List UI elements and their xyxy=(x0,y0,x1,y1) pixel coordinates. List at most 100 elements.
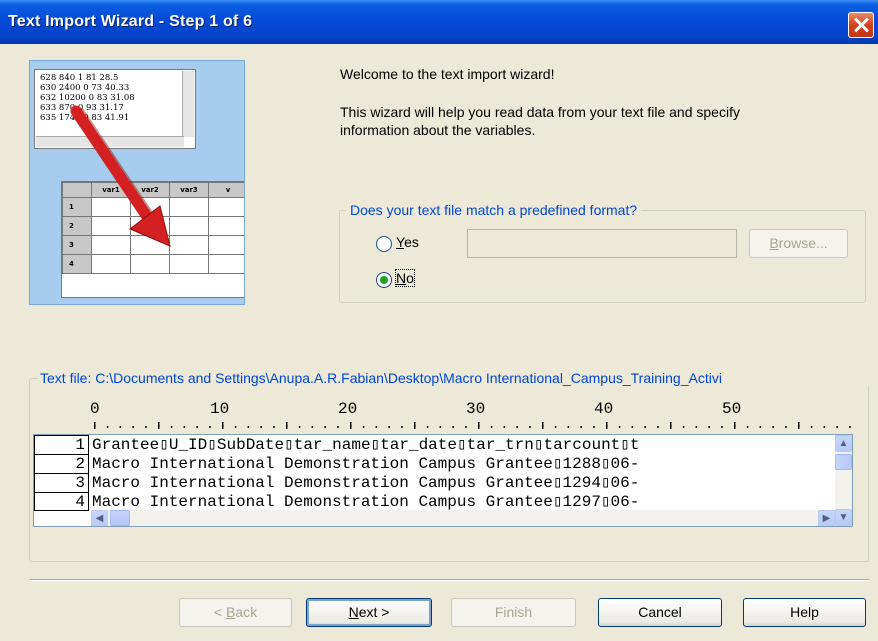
ruler-tick xyxy=(734,422,736,429)
ruler-tick xyxy=(298,426,301,428)
scroll-up-icon[interactable]: ▲ xyxy=(835,435,852,452)
ruler-tick xyxy=(644,426,646,428)
ruler-tick xyxy=(247,426,250,428)
ruler-tick xyxy=(503,426,506,428)
ruler-tick xyxy=(94,422,96,429)
ruler-label: 10 xyxy=(210,400,230,418)
description-line-1: This wizard will help you read data from… xyxy=(340,104,740,120)
red-arrow-icon xyxy=(70,105,171,247)
ruler-tick xyxy=(849,426,851,428)
finish-button[interactable]: Finish xyxy=(451,598,576,627)
preview-line: Macro International Demonstration Campus… xyxy=(92,493,640,511)
ruler-label: 50 xyxy=(722,400,742,418)
column-ruler: 0 10 20 30 40 50 xyxy=(90,400,860,432)
text-preview-area[interactable]: 1 2 3 4 Grantee▯U_ID▯SubDate▯tar_name▯ta… xyxy=(33,434,853,527)
ruler-tick xyxy=(593,426,595,428)
ruler-tick xyxy=(183,426,186,428)
ruler-label: 40 xyxy=(594,400,614,418)
ruler-tick xyxy=(785,426,787,428)
ruler-tick xyxy=(362,426,365,428)
welcome-text: Welcome to the text import wizard! xyxy=(340,66,555,82)
ruler-tick xyxy=(618,426,621,428)
ruler-tick xyxy=(350,422,352,429)
ruler-tick xyxy=(682,426,685,428)
no-radio[interactable] xyxy=(376,272,392,288)
description-line-2: information about the variables. xyxy=(340,122,536,138)
back-button[interactable]: < Back xyxy=(179,598,292,627)
ruler-label: 30 xyxy=(466,400,486,418)
wizard-illustration: 628 840 1 81 28.5 630 2400 0 73 40.33 63… xyxy=(29,60,245,305)
ruler-tick xyxy=(657,426,659,428)
ruler-tick xyxy=(631,426,634,428)
ruler-tick xyxy=(542,422,544,429)
ruler-tick xyxy=(746,426,749,428)
ruler-tick xyxy=(478,422,480,429)
ruler-tick xyxy=(836,426,838,428)
ruler-tick xyxy=(810,426,813,428)
ruler-tick xyxy=(426,426,429,428)
yes-label[interactable]: Yes xyxy=(396,234,419,250)
no-label[interactable]: No xyxy=(395,269,415,287)
ruler-label: 20 xyxy=(338,400,358,418)
preview-line: Grantee▯U_ID▯SubDate▯tar_name▯tar_date▯t… xyxy=(92,436,640,454)
ruler-tick xyxy=(286,422,288,429)
ruler-tick xyxy=(580,426,582,428)
ruler-tick xyxy=(439,426,442,428)
ruler-tick xyxy=(772,426,774,428)
vertical-scroll-thumb[interactable] xyxy=(835,454,852,470)
horizontal-scrollbar[interactable]: ◀ ▶ xyxy=(91,510,835,526)
vertical-scrollbar[interactable]: ▲ ▼ xyxy=(835,435,852,526)
cancel-button[interactable]: Cancel xyxy=(598,598,722,627)
ruler-tick xyxy=(170,426,173,428)
predefined-format-label: Does your text file match a predefined f… xyxy=(346,202,642,218)
ruler-tick xyxy=(759,426,762,428)
ruler-tick xyxy=(606,422,608,429)
ruler-tick xyxy=(452,426,454,428)
ruler-tick xyxy=(670,422,672,429)
ruler-tick xyxy=(554,426,557,428)
ruler-tick xyxy=(311,426,314,428)
close-icon[interactable] xyxy=(848,12,874,38)
ruler-tick xyxy=(132,426,134,428)
ruler-tick xyxy=(209,426,211,428)
ruler-tick xyxy=(273,426,275,428)
ruler-tick xyxy=(823,426,826,428)
line-number: 4 xyxy=(34,492,89,511)
button-separator xyxy=(29,579,869,581)
format-path-field[interactable] xyxy=(467,229,737,258)
help-button[interactable]: Help xyxy=(743,598,866,627)
scroll-right-icon[interactable]: ▶ xyxy=(818,510,835,526)
ruler-tick xyxy=(721,426,723,428)
scroll-left-icon[interactable]: ◀ xyxy=(91,510,108,526)
scroll-down-icon[interactable]: ▼ xyxy=(835,509,852,526)
title-bar[interactable]: Text Import Wizard - Step 1 of 6 xyxy=(0,0,878,44)
ruler-tick xyxy=(798,422,800,429)
text-import-wizard-window: Text Import Wizard - Step 1 of 6 628 840… xyxy=(0,0,878,641)
ruler-tick xyxy=(414,422,416,429)
ruler-tick xyxy=(490,426,493,428)
ruler-tick xyxy=(375,426,378,428)
ruler-tick xyxy=(708,426,710,428)
preview-line: Macro International Demonstration Campus… xyxy=(92,455,640,473)
ruler-tick xyxy=(106,426,109,428)
ruler-label: 0 xyxy=(90,400,100,418)
ruler-tick xyxy=(196,426,198,428)
ruler-tick xyxy=(401,426,403,428)
ruler-tick xyxy=(222,422,224,429)
next-button[interactable]: Next > xyxy=(306,598,432,627)
ruler-tick xyxy=(529,426,531,428)
preview-line: Macro International Demonstration Campus… xyxy=(92,474,640,492)
ruler-tick xyxy=(516,426,518,428)
line-number: 3 xyxy=(34,473,89,493)
line-number: 1 xyxy=(34,435,89,455)
ruler-tick xyxy=(567,426,570,428)
yes-radio[interactable] xyxy=(376,236,392,252)
ruler-tick xyxy=(234,426,237,428)
ruler-tick xyxy=(158,422,160,429)
horizontal-scroll-thumb[interactable] xyxy=(110,510,130,526)
ruler-tick xyxy=(695,426,698,428)
line-number: 2 xyxy=(34,454,89,474)
ruler-tick xyxy=(260,426,262,428)
ruler-tick xyxy=(337,426,339,428)
browse-button[interactable]: Browse... xyxy=(749,229,848,258)
